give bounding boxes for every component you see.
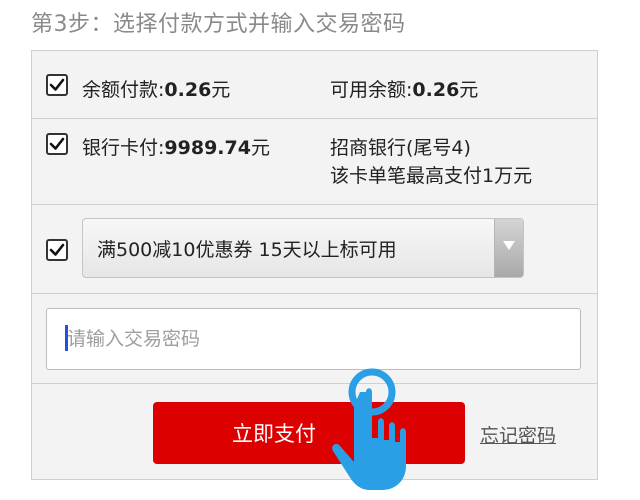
triangle-down-icon <box>503 241 515 250</box>
available-balance-label: 可用余额:0.26元 <box>330 79 479 101</box>
action-row: 立即支付 忘记密码 <box>32 384 597 481</box>
forgot-password-link[interactable]: 忘记密码 <box>480 421 556 448</box>
checkmark-icon <box>49 78 65 91</box>
coupon-checkbox[interactable] <box>46 239 68 261</box>
coupon-row: 满500减10优惠券 15天以上标可用 <box>32 205 597 294</box>
payment-panel: 余额付款:0.26元 可用余额:0.26元 银行卡付:9989.74元 招商银行… <box>31 50 598 480</box>
card-payment-label: 银行卡付:9989.74元 <box>82 137 270 159</box>
coupon-selected-option: 满500减10优惠券 15天以上标可用 <box>97 239 397 261</box>
checkmark-icon <box>49 243 65 256</box>
hand-tap-icon <box>332 368 406 490</box>
password-input[interactable] <box>46 308 581 370</box>
step-title: 第3步：选择付款方式并输入交易密码 <box>31 12 406 37</box>
bank-info-label: 招商银行(尾号4) <box>330 137 471 159</box>
text-caret <box>65 325 68 351</box>
balance-payment-row: 余额付款:0.26元 可用余额:0.26元 <box>32 51 597 119</box>
coupon-select[interactable]: 满500减10优惠券 15天以上标可用 <box>82 218 524 278</box>
card-limit-label: 该卡单笔最高支付1万元 <box>330 165 533 187</box>
checkmark-icon <box>49 137 65 150</box>
balance-checkbox[interactable] <box>46 74 68 96</box>
card-checkbox[interactable] <box>46 133 68 155</box>
coupon-dropdown-button[interactable] <box>494 219 523 277</box>
balance-payment-label: 余额付款:0.26元 <box>82 79 231 101</box>
card-payment-row: 银行卡付:9989.74元 招商银行(尾号4) 该卡单笔最高支付1万元 <box>32 119 597 205</box>
password-row <box>32 294 597 384</box>
